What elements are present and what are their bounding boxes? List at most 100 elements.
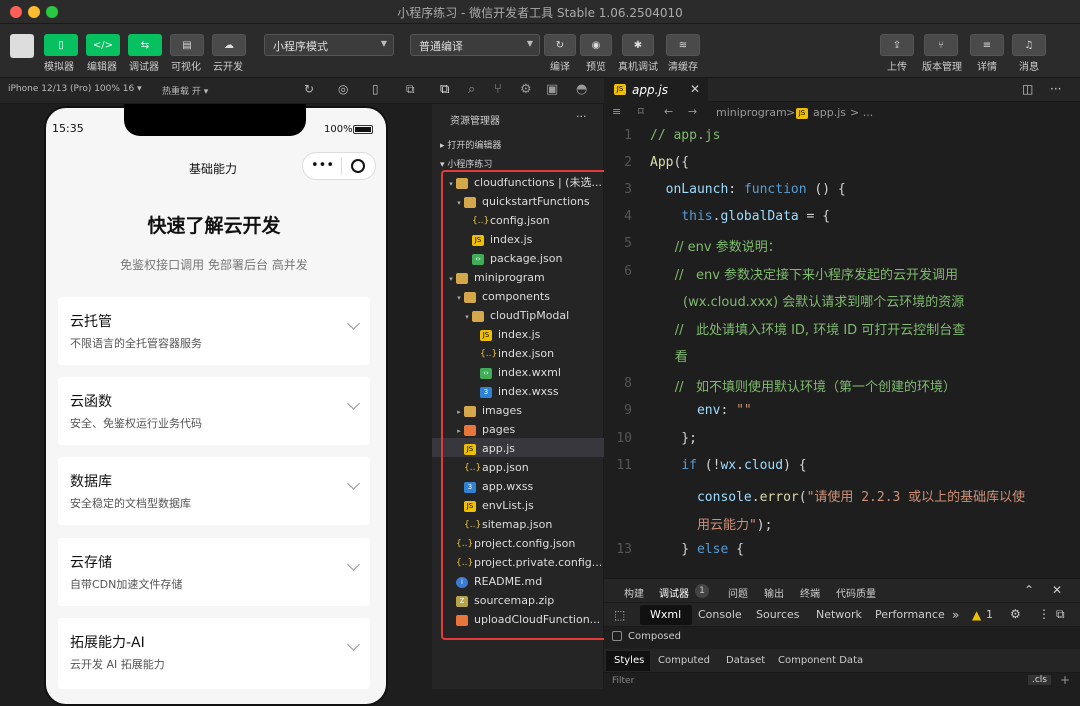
tab-computed[interactable]: Computed bbox=[658, 655, 710, 666]
card-database[interactable]: 数据库 安全稳定的文档型数据库 bbox=[58, 457, 370, 525]
tab-component-data[interactable]: Component Data bbox=[778, 655, 863, 666]
project-label: 小程序练习 bbox=[447, 160, 493, 170]
search-icon[interactable]: ⌕ bbox=[468, 82, 475, 97]
filter-input[interactable]: Filter bbox=[612, 676, 634, 686]
bug-icon: ✱ bbox=[633, 39, 643, 51]
debug-panel: 构建 调试器 1 问题 输出 终端 代码质量 ⌃ ✕ ⬚ Wxml Consol… bbox=[604, 578, 1080, 690]
open-editors-section[interactable]: ▸ 打开的编辑器 bbox=[440, 138, 501, 151]
card-title: 拓展能力-AI bbox=[70, 635, 145, 651]
compile-button[interactable]: ↻ bbox=[544, 34, 576, 56]
filter-row: Filter .cls + bbox=[604, 673, 1080, 690]
clear-cache-button[interactable]: ≋ bbox=[666, 34, 700, 56]
chevron-up-icon[interactable]: ⌃ bbox=[1024, 583, 1034, 597]
stop-icon[interactable]: ◎ bbox=[338, 82, 348, 96]
breadcrumb-dir[interactable]: miniprogram bbox=[716, 106, 787, 119]
code-line: } else { bbox=[650, 542, 744, 557]
extensions-icon[interactable]: ▣ bbox=[546, 82, 558, 97]
tab-problems[interactable]: 问题 bbox=[728, 585, 748, 600]
gear-icon[interactable]: ⚙ bbox=[1010, 607, 1021, 621]
tab-terminal[interactable]: 终端 bbox=[800, 585, 820, 600]
tab-styles[interactable]: Styles bbox=[614, 655, 644, 666]
phone-icon[interactable]: ▯ bbox=[372, 82, 379, 96]
nav-title: 基础能力 bbox=[188, 162, 237, 176]
close-icon[interactable]: ✕ bbox=[1052, 583, 1062, 597]
card-subtitle: 不限语言的全托管容器服务 bbox=[70, 337, 202, 350]
forward-arrow-icon[interactable]: → bbox=[688, 105, 697, 118]
avatar[interactable] bbox=[10, 34, 34, 58]
card-cloud-storage[interactable]: 云存储 自带CDN加速文件存储 bbox=[58, 538, 370, 606]
compile-select[interactable]: 普通编译 ▼ bbox=[410, 34, 540, 56]
capsule-menu[interactable]: ••• bbox=[302, 152, 376, 180]
breadcrumb-file[interactable]: app.js bbox=[813, 106, 846, 119]
line-number: 8 bbox=[624, 376, 632, 391]
label-simulator: 模拟器 bbox=[44, 62, 74, 73]
tab-network[interactable]: Network bbox=[816, 608, 862, 621]
bookmark-icon[interactable]: ⌑ bbox=[638, 105, 644, 118]
more-actions-icon[interactable]: ··· bbox=[1050, 82, 1061, 96]
upload-button[interactable]: ⇪ bbox=[880, 34, 914, 56]
git-icon[interactable]: ⑂ bbox=[494, 82, 502, 97]
kebab-menu-icon[interactable]: ⋮ bbox=[1038, 607, 1050, 621]
label-debugger: 调试器 bbox=[129, 62, 159, 73]
compile-select-value: 普通编译 bbox=[419, 40, 463, 53]
refresh-icon[interactable]: ↻ bbox=[304, 82, 314, 96]
tab-sources[interactable]: Sources bbox=[756, 608, 800, 621]
code-line: console.error("请使用 2.2.3 或以上的基础库以使 bbox=[696, 490, 1026, 505]
more-tabs-icon[interactable]: » bbox=[952, 608, 959, 622]
debugger-toggle-button[interactable]: ⇆ bbox=[128, 34, 162, 56]
card-cloud-functions[interactable]: 云函数 安全、免鉴权运行业务代码 bbox=[58, 377, 370, 445]
device-select[interactable]: iPhone 12/13 (Pro) 100% 16 ▾ bbox=[8, 84, 142, 94]
tab-output[interactable]: 输出 bbox=[764, 585, 784, 600]
tab-performance[interactable]: Performance bbox=[875, 608, 945, 621]
tab-debugger[interactable]: 调试器 bbox=[659, 585, 689, 600]
details-button[interactable]: ≡ bbox=[970, 34, 1004, 56]
close-icon[interactable]: ✕ bbox=[690, 82, 700, 96]
editor-toggle-button[interactable]: </> bbox=[86, 34, 120, 56]
simulator-toggle-button[interactable]: ▯ bbox=[44, 34, 78, 56]
tab-build[interactable]: 构建 bbox=[624, 585, 644, 600]
line-number: 5 bbox=[624, 236, 632, 251]
files-icon[interactable]: ⧉ bbox=[440, 82, 449, 97]
explorer-more-button[interactable]: ··· bbox=[576, 110, 587, 123]
back-arrow-icon[interactable]: ← bbox=[664, 105, 673, 118]
project-section[interactable]: ▾ 小程序练习 bbox=[440, 157, 492, 170]
card-ai-extension[interactable]: 拓展能力-AI 云开发 AI 拓展能力 bbox=[58, 618, 370, 689]
code-line: onLaunch: function () { bbox=[665, 182, 846, 197]
tab-dataset[interactable]: Dataset bbox=[726, 655, 765, 666]
code-line: this.globalData = { bbox=[681, 209, 831, 224]
code-line: // app.js bbox=[650, 128, 721, 143]
version-control-button[interactable]: ⑂ bbox=[924, 34, 958, 56]
dock-icon[interactable]: ⧉ bbox=[1056, 607, 1065, 622]
tab-app-js[interactable]: JS app.js ✕ bbox=[604, 78, 708, 102]
more-dots-icon[interactable]: ••• bbox=[311, 158, 334, 173]
popout-icon[interactable]: ⧉ bbox=[406, 82, 415, 97]
cls-button[interactable]: .cls bbox=[1028, 675, 1051, 685]
debug-icon[interactable]: ⚙ bbox=[520, 82, 532, 97]
label-version-control: 版本管理 bbox=[922, 62, 962, 73]
tab-code-quality[interactable]: 代码质量 bbox=[836, 585, 876, 600]
list-icon[interactable]: ≡ bbox=[612, 105, 621, 118]
preview-button[interactable]: ◉ bbox=[580, 34, 612, 56]
card-cloud-hosting[interactable]: 云托管 不限语言的全托管容器服务 bbox=[58, 297, 370, 365]
warning-count[interactable]: 1 bbox=[986, 608, 993, 621]
add-rule-icon[interactable]: + bbox=[1060, 673, 1070, 687]
real-device-debug-button[interactable]: ✱ bbox=[622, 34, 654, 56]
cloud-dev-button[interactable]: ☁ bbox=[212, 34, 246, 56]
style-tabs: Styles Computed Dataset Component Data bbox=[604, 649, 1080, 673]
composed-label: Composed bbox=[628, 631, 682, 642]
hot-reload-toggle[interactable]: 热重载 开 ▾ bbox=[162, 84, 208, 97]
tab-wxml[interactable]: Wxml bbox=[650, 608, 681, 621]
close-miniprogram-icon[interactable] bbox=[351, 159, 365, 173]
line-number: 10 bbox=[616, 431, 632, 446]
tab-console[interactable]: Console bbox=[698, 608, 742, 621]
breadcrumb-separator: > bbox=[786, 106, 796, 119]
window-title: 小程序练习 - 微信开发者工具 Stable 1.06.2504010 bbox=[397, 6, 683, 20]
bell-icon: ♫ bbox=[1024, 39, 1034, 51]
split-editor-icon[interactable]: ◫ bbox=[1022, 82, 1033, 96]
docker-icon[interactable]: ◓ bbox=[576, 82, 587, 97]
visual-toggle-button[interactable]: ▤ bbox=[170, 34, 204, 56]
messages-button[interactable]: ♫ bbox=[1012, 34, 1046, 56]
composed-checkbox[interactable] bbox=[612, 631, 622, 641]
inspect-icon[interactable]: ⬚ bbox=[614, 608, 625, 622]
mode-select[interactable]: 小程序模式 ▼ bbox=[264, 34, 394, 56]
